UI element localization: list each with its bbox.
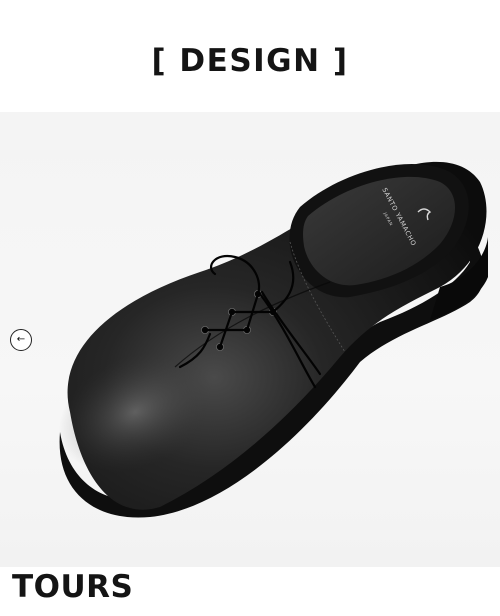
carousel-prev-button[interactable]: ←: [10, 329, 32, 351]
tours-heading: TOURS: [12, 569, 134, 605]
hero-image: SANTO YAMACHO JAPAN ←: [0, 112, 500, 567]
shoe-illustration: SANTO YAMACHO JAPAN: [58, 161, 488, 518]
design-heading: [ DESIGN ]: [151, 43, 349, 79]
arrow-left-icon: ←: [16, 334, 26, 345]
